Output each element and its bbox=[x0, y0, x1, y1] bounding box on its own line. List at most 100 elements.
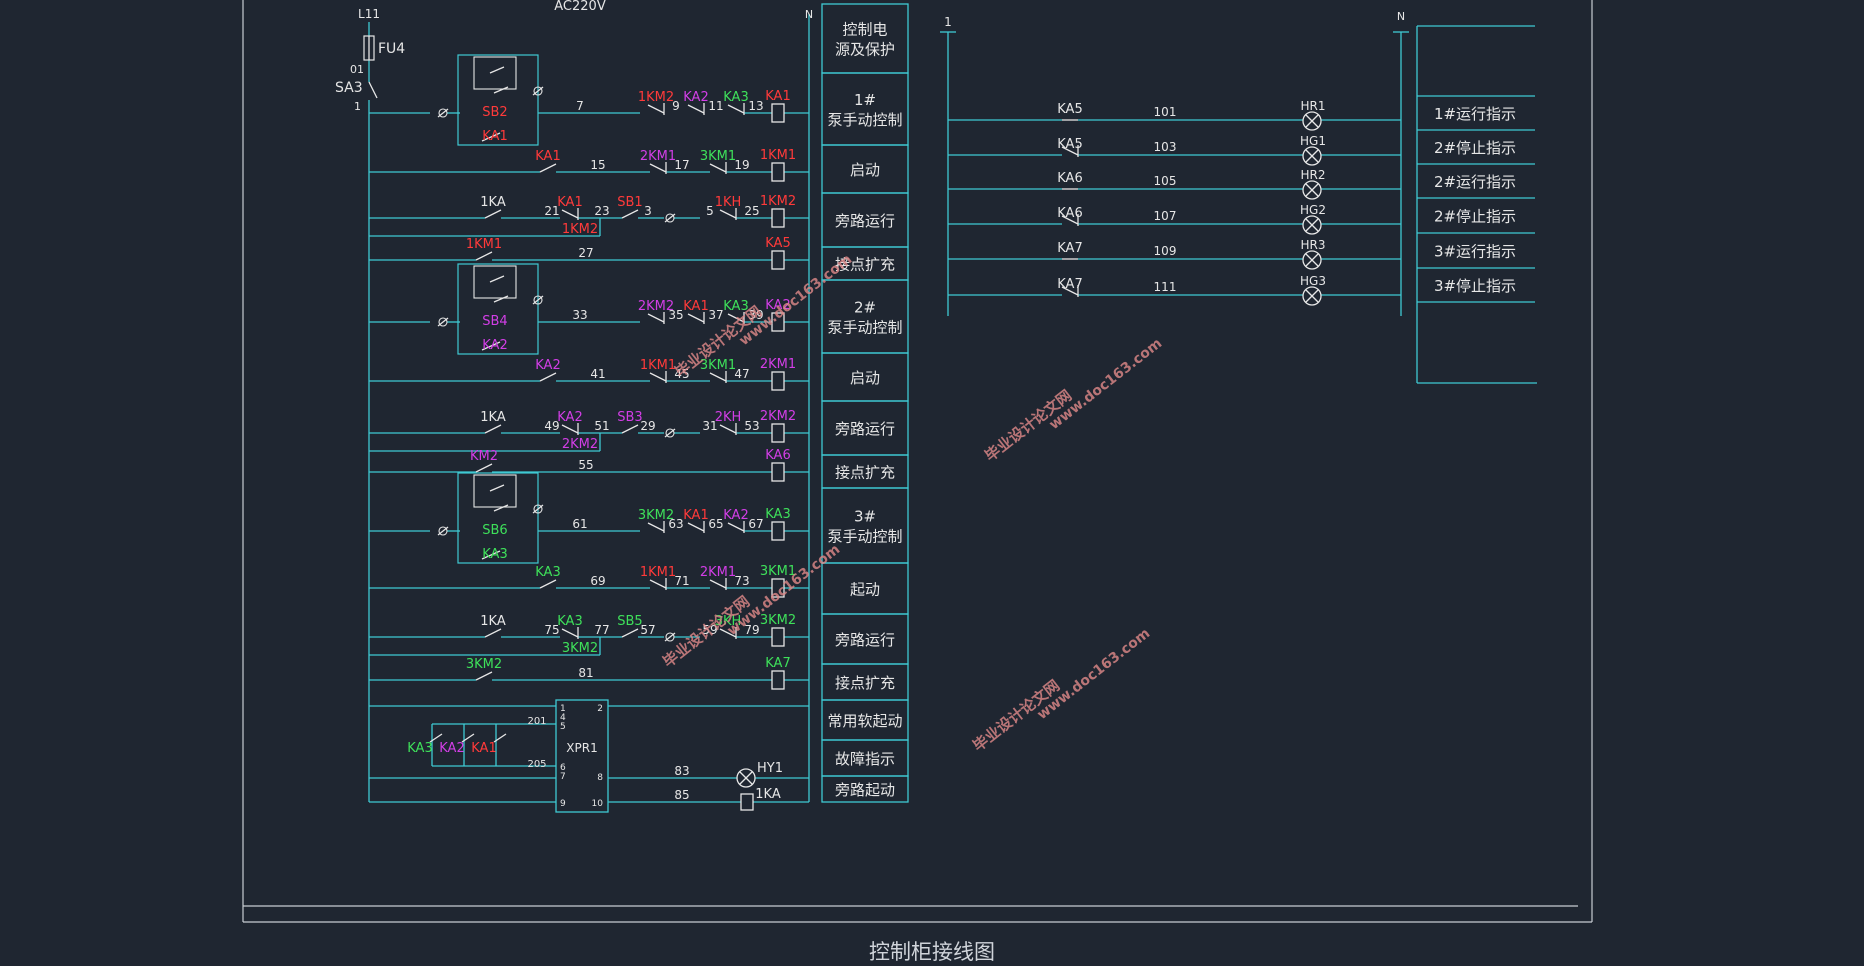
rung-1-contact-3-label: KA3 bbox=[723, 90, 748, 105]
rung-1-seal-label: KA1 bbox=[482, 129, 507, 144]
right-table-text-2: 2#停止指示 bbox=[1434, 139, 1516, 157]
right-table-text-1: 1#运行指示 bbox=[1434, 105, 1516, 123]
rung-1-contact-1-blade bbox=[647, 104, 665, 114]
rung-10-contact-2-blade bbox=[709, 579, 727, 589]
rung-7-contact-1-blade bbox=[561, 424, 579, 434]
table-cell-2 bbox=[821, 72, 909, 146]
rung-11-coil bbox=[771, 627, 785, 647]
rung-1-contact-1-label: 1KM2 bbox=[638, 90, 674, 105]
rung-10-contact-1-blade bbox=[649, 579, 667, 589]
table-text-7: 启动 bbox=[850, 369, 880, 387]
rung-5-button-label: SB4 bbox=[482, 314, 507, 329]
rung-5-contact-1-blade bbox=[647, 313, 665, 323]
table-text-11: 起动 bbox=[850, 581, 880, 599]
table-text-13: 接点扩充 bbox=[835, 674, 895, 692]
rung-1-wire-11: 11 bbox=[708, 99, 723, 113]
rung-5-wire-37: 37 bbox=[708, 308, 723, 322]
rung-12-seal-blade bbox=[475, 671, 493, 681]
rung-3-coil bbox=[771, 208, 785, 228]
rung-1-start-blade bbox=[493, 86, 509, 94]
indicator-1-wire-num: 101 bbox=[1154, 105, 1177, 119]
rung-2-contact-2-label: 3KM1 bbox=[700, 149, 736, 164]
rung-4-coil bbox=[771, 250, 785, 270]
table-text-9: 接点扩充 bbox=[835, 464, 895, 482]
table-text-1: 控制电 bbox=[842, 21, 887, 39]
drawing-frame bbox=[242, 0, 1593, 923]
indicator-3-wire-num: 105 bbox=[1154, 174, 1177, 188]
rung-5-start-blade bbox=[493, 295, 509, 303]
right-line-label: 1 bbox=[944, 15, 952, 29]
drawing-title: 控制柜接线图 bbox=[869, 940, 995, 964]
table-text-8: 旁路运行 bbox=[835, 420, 895, 438]
watermark-url: www.doc163.com bbox=[1046, 335, 1165, 433]
rung-9-wire-65: 65 bbox=[708, 517, 723, 531]
rung-6-wire-47: 47 bbox=[734, 367, 749, 381]
xpr-input-label-2: KA2 bbox=[439, 741, 464, 756]
rung-9-wire-63: 63 bbox=[668, 517, 683, 531]
rung-7-coil-label: 2KM2 bbox=[760, 409, 796, 424]
rung-9-stop-blade bbox=[489, 484, 505, 492]
rung-6-contact-2-blade bbox=[709, 372, 727, 382]
rung-11-wire-b: 77 bbox=[594, 623, 609, 637]
xpr1-pin-9: 9 bbox=[560, 799, 566, 809]
rung-3-button-label: SB1 bbox=[617, 195, 642, 210]
node-1: 1 bbox=[354, 100, 361, 113]
rung-7-coil bbox=[771, 423, 785, 443]
right-table-text-3: 2#运行指示 bbox=[1434, 173, 1516, 191]
indicator-2-lamp-label: HG1 bbox=[1300, 134, 1326, 148]
rung-9-contact-2-label: KA1 bbox=[683, 508, 708, 523]
rung-8-coil-label: KA6 bbox=[765, 448, 790, 463]
table-text-10: 泵手动控制 bbox=[827, 528, 902, 546]
rung-7-thermal-blade bbox=[719, 424, 737, 434]
table-text-15: 故障指示 bbox=[835, 750, 895, 768]
rung-9-seal-label: KA3 bbox=[482, 547, 507, 562]
rung-5-stop-button bbox=[473, 265, 517, 299]
xpr1-pin-5: 5 bbox=[560, 722, 566, 732]
indicator-3-lamp-label: HR2 bbox=[1301, 168, 1326, 182]
rung-1-button-label: SB2 bbox=[482, 105, 507, 120]
rung-11-contact-1-label: KA3 bbox=[557, 614, 582, 629]
rung-8-seal-blade bbox=[475, 463, 493, 473]
rung-7-contact-1-label: KA2 bbox=[557, 410, 582, 425]
rung-6-contact-1-blade bbox=[649, 372, 667, 382]
watermarks: 毕业设计论文网www.doc163.com 毕业设计论文网www.doc163.c… bbox=[659, 251, 1165, 755]
rung-9-contact-3-blade bbox=[727, 522, 745, 532]
rung-3-thermal-blade bbox=[719, 209, 737, 219]
rung-7-button-blade bbox=[621, 424, 639, 434]
rung-7-button-label: SB3 bbox=[617, 410, 642, 425]
table-cell-1 bbox=[821, 3, 909, 74]
indicator-6-wire-num: 111 bbox=[1154, 280, 1177, 294]
rung-10-contact-2-label: 2KM1 bbox=[700, 565, 736, 580]
wiring-diagram: L11 AC220VNFU401SA31 SB2KA171KM29KA211KA31… bbox=[242, 0, 1593, 923]
rung-3-parallel-label: 1KM2 bbox=[562, 222, 598, 237]
rung-3-button-blade bbox=[621, 209, 639, 219]
rung-5-seal-label: KA2 bbox=[482, 338, 507, 353]
rung-5-contact-2-blade bbox=[687, 313, 705, 323]
xpr1-pin-2: 2 bbox=[597, 704, 603, 714]
table-text-12: 旁路运行 bbox=[835, 631, 895, 649]
rung-3-wire-b: 23 bbox=[594, 204, 609, 218]
rung-2-coil-label: 1KM1 bbox=[760, 148, 796, 163]
rung-2-seal-label: KA1 bbox=[535, 149, 560, 164]
rung-6-seal-label: KA2 bbox=[535, 358, 560, 373]
rung-7-seal-label: 1KA bbox=[480, 410, 506, 425]
rung-5-stop-blade bbox=[489, 275, 505, 283]
function-tables: 控制电源及保护1#泵手动控制启动旁路运行接点扩充2#泵手动控制启动旁路运行接点扩… bbox=[821, 3, 1516, 803]
rung-12-coil-label: KA7 bbox=[765, 656, 790, 671]
watermark: 毕业设计论文网www.doc163.com bbox=[981, 335, 1165, 465]
rung-4-seal-blade bbox=[475, 251, 493, 261]
rung-1-wire-13: 13 bbox=[748, 99, 763, 113]
table-text-10: 3# bbox=[854, 508, 876, 526]
rung-2-contact-1-label: 2KM1 bbox=[640, 149, 676, 164]
xpr-wire-label-83: 83 bbox=[674, 764, 689, 778]
rung-7-thermal-label: 2KH bbox=[715, 410, 742, 425]
indicator-4-lamp-label: HG2 bbox=[1300, 203, 1326, 217]
rung-2-wire-num: 15 bbox=[590, 158, 605, 172]
rung-2-wire-19: 19 bbox=[734, 158, 749, 172]
table-text-14: 常用软起动 bbox=[827, 712, 902, 730]
rung-2-seal-blade bbox=[539, 163, 557, 173]
rung-5-wire-35: 35 bbox=[668, 308, 683, 322]
table-text-16: 旁路起动 bbox=[835, 781, 895, 799]
lamp-hy1-label: HY1 bbox=[757, 761, 783, 776]
indicator-3-contact-label: KA6 bbox=[1057, 171, 1082, 186]
